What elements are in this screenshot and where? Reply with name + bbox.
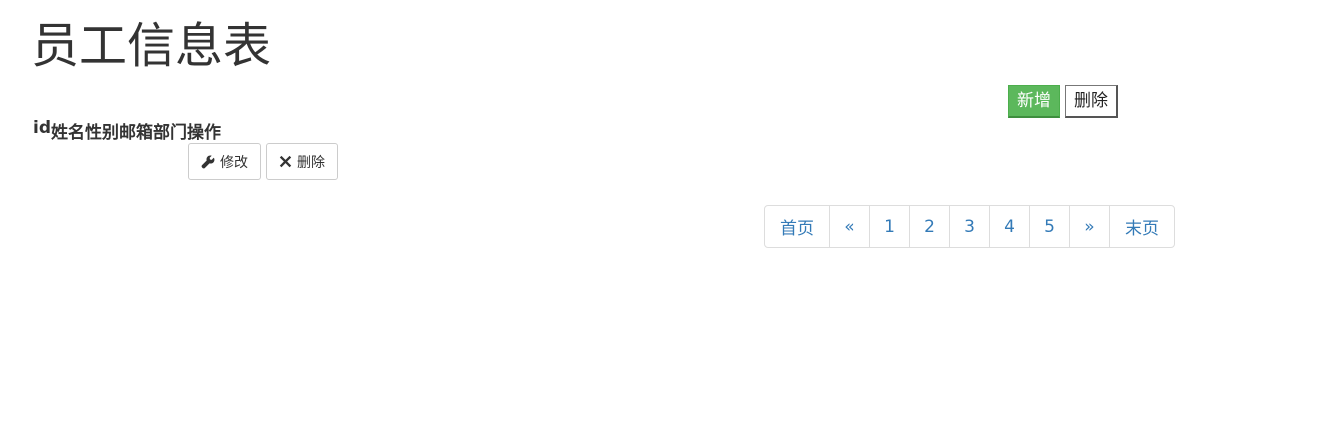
edit-button[interactable]: 修改 [188,143,261,180]
page-4[interactable]: 4 [989,206,1029,247]
add-button[interactable]: 新增 [1008,85,1060,118]
header-name: 姓名 [51,123,85,143]
page-3[interactable]: 3 [949,206,989,247]
top-toolbar: 新增 删除 [1008,85,1118,118]
page-first[interactable]: 首页 [765,206,829,247]
page-title: 员工信息表 [31,18,272,74]
pagination: 首页 « 1 2 3 4 5 » 末页 [764,205,1175,248]
header-actions: 操作 [187,123,221,143]
delete-button[interactable]: 删除 [266,143,338,180]
page-5[interactable]: 5 [1029,206,1069,247]
page-1[interactable]: 1 [869,206,909,247]
header-department: 部门 [153,123,187,143]
wrench-icon [201,155,215,169]
close-icon [279,155,292,168]
page-prev[interactable]: « [829,206,869,247]
page-last[interactable]: 末页 [1109,206,1174,247]
header-id: id [33,118,51,138]
row-actions: 修改 删除 [188,143,338,180]
header-email: 邮箱 [119,123,153,143]
edit-label: 修改 [220,154,248,171]
table-header: id 姓名 性别 邮箱 部门 操作 [33,118,221,143]
header-gender: 性别 [85,123,119,143]
page-2[interactable]: 2 [909,206,949,247]
bulk-delete-button[interactable]: 删除 [1065,85,1118,118]
page-next[interactable]: » [1069,206,1109,247]
delete-label: 删除 [297,154,325,171]
